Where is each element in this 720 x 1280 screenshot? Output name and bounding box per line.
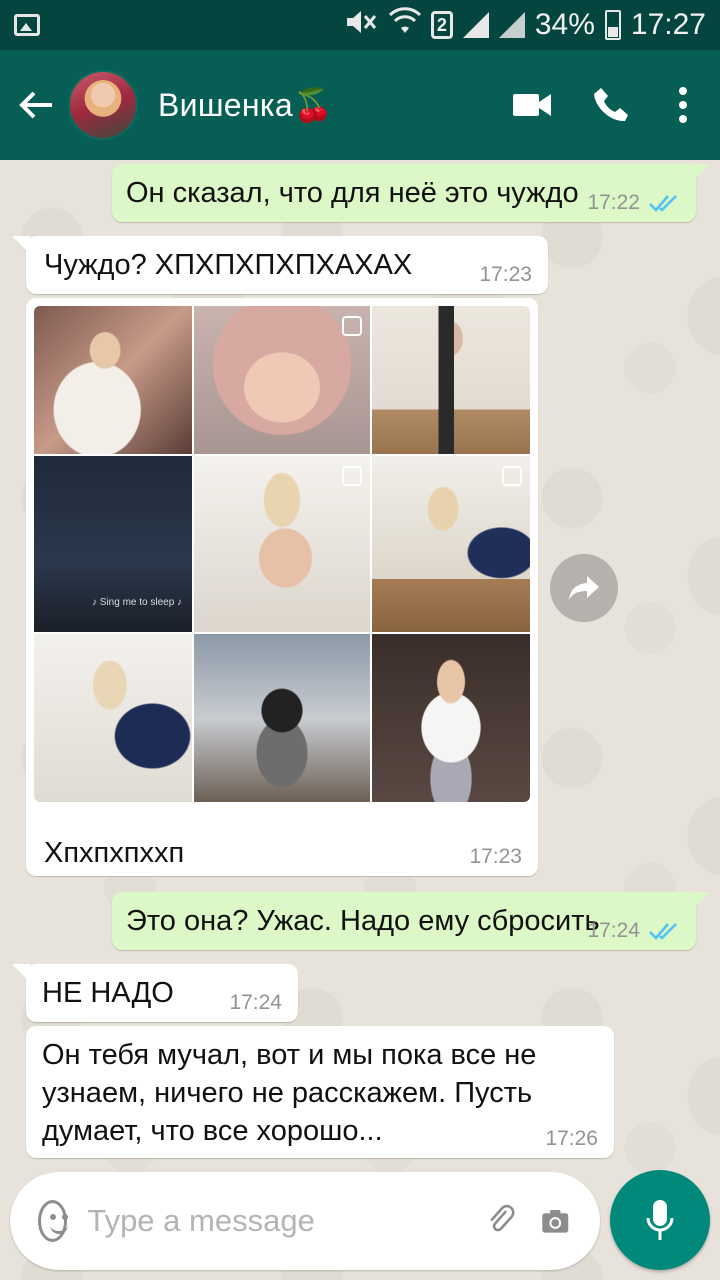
image-caption: Хпхпхпххп <box>44 837 185 869</box>
back-button[interactable] <box>16 81 64 129</box>
gallery-icon <box>14 14 40 36</box>
emoji-icon[interactable] <box>38 1200 69 1242</box>
video-call-icon <box>513 94 551 116</box>
menu-button[interactable] <box>668 81 698 129</box>
read-ticks-icon <box>649 923 677 940</box>
chat-header: Вишенка🍒 <box>0 50 720 160</box>
multi-image-icon <box>342 466 362 486</box>
sim-indicator: 2 <box>430 11 453 39</box>
message-text: Чуждо? ХПХПХПХПХАХАХ <box>44 249 413 281</box>
message-time: 17:26 <box>545 1127 598 1150</box>
photo-1[interactable] <box>34 306 192 454</box>
message-bubble-outgoing[interactable]: Это она? Ужас. Надо ему сбросить 17:24 <box>112 892 710 950</box>
multi-image-icon <box>502 466 522 486</box>
avatar[interactable] <box>68 70 138 140</box>
photo-2[interactable] <box>194 306 370 454</box>
photo-inner-caption: ♪ Sing me to sleep ♪ <box>92 597 183 608</box>
clock: 17:27 <box>630 8 706 41</box>
message-bubble-image[interactable]: ♪ Sing me to sleep ♪ Хпхпхпххп 17:23 <box>26 298 538 876</box>
photo-5[interactable] <box>194 456 370 632</box>
battery-percent: 34% <box>534 8 595 41</box>
battery-icon <box>604 10 621 40</box>
message-input[interactable] <box>87 1203 487 1239</box>
message-bubble-incoming[interactable]: Чуждо? ХПХПХПХПХАХАХ 17:23 <box>12 236 548 294</box>
multi-image-icon <box>342 316 362 336</box>
photo-8[interactable] <box>194 634 370 802</box>
video-call-button[interactable] <box>508 81 556 129</box>
message-bubble-incoming[interactable]: НЕ НАДО 17:24 <box>12 964 298 1022</box>
message-time: 17:23 <box>479 263 532 286</box>
signal-icon-2 <box>498 12 525 38</box>
message-time: 17:24 <box>587 919 640 942</box>
camera-icon[interactable] <box>541 1201 570 1241</box>
message-bubble-outgoing[interactable]: Он сказал, что для неё это чуждо 17:22 <box>112 164 710 222</box>
photo-6[interactable] <box>372 456 530 632</box>
wifi-icon <box>388 7 421 43</box>
signal-icon <box>462 12 489 38</box>
message-time: 17:22 <box>587 191 640 214</box>
back-arrow-icon <box>19 91 52 119</box>
contact-name[interactable]: Вишенка🍒 <box>158 86 508 124</box>
photo-4[interactable]: ♪ Sing me to sleep ♪ <box>34 456 192 632</box>
photo-7[interactable] <box>34 634 192 802</box>
phone-icon <box>594 88 628 122</box>
message-time: 17:23 <box>469 845 522 868</box>
attach-icon[interactable] <box>486 1197 517 1245</box>
message-bubble-incoming[interactable]: Он тебя мучал, вот и мы пока все не узна… <box>26 1026 614 1158</box>
message-composer <box>10 1172 600 1270</box>
voice-call-button[interactable] <box>588 81 636 129</box>
status-bar: 2 34% 17:27 <box>0 0 720 50</box>
mic-icon <box>646 1200 674 1240</box>
message-text: Это она? Ужас. Надо ему сбросить <box>126 905 600 937</box>
message-text: НЕ НАДО <box>42 977 174 1009</box>
message-text: Он сказал, что для неё это чуждо <box>126 177 579 209</box>
message-text: Он тебя мучал, вот и мы пока все не узна… <box>42 1039 537 1147</box>
read-ticks-icon <box>649 195 677 212</box>
forward-button[interactable] <box>550 554 618 622</box>
photo-3[interactable] <box>372 306 530 454</box>
forward-icon <box>569 576 599 600</box>
image-grid[interactable]: ♪ Sing me to sleep ♪ <box>34 306 530 802</box>
mic-button[interactable] <box>610 1170 710 1270</box>
photo-9[interactable] <box>372 634 530 802</box>
message-time: 17:24 <box>229 991 282 1014</box>
mute-icon <box>345 8 379 43</box>
more-vert-icon <box>679 87 687 123</box>
